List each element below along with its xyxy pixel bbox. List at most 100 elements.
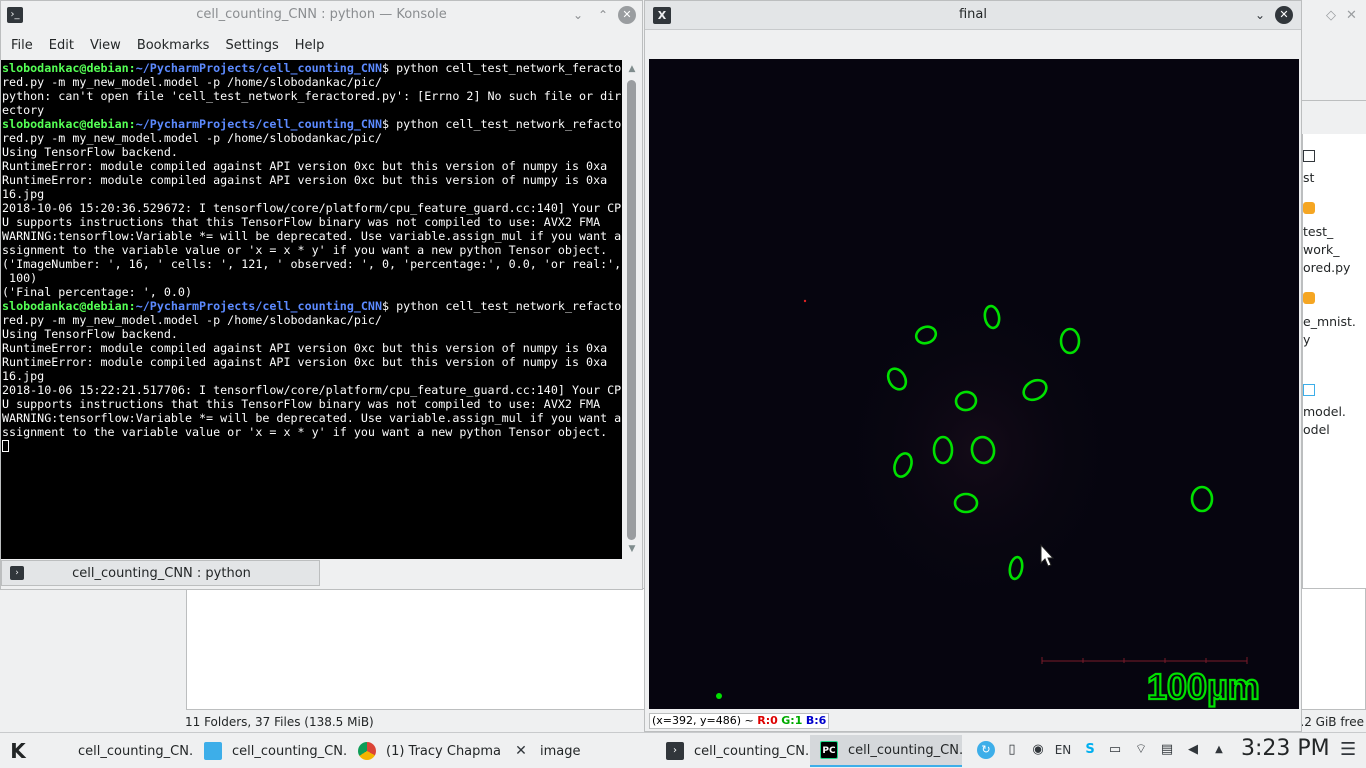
task-dolphin[interactable]: cell_counting_CN... [194, 735, 346, 767]
terminal-line: 16.jpg [2, 187, 45, 201]
minimize-icon[interactable]: ⌄ [1251, 6, 1269, 24]
file-item-label[interactable]: work_ [1303, 242, 1340, 257]
usb-device-icon[interactable]: ▯ [1003, 741, 1021, 759]
terminal-line: ssignment to the variable value or 'x = … [2, 243, 608, 257]
red-speck [803, 299, 807, 303]
close-icon[interactable]: ✕ [1346, 8, 1357, 23]
task-label: (1) Tracy Chapma... [386, 743, 500, 759]
volume-icon[interactable]: ◀ [1184, 741, 1202, 759]
konsole-titlebar[interactable]: ›_ cell_counting_CNN : python — Konsole … [1, 1, 642, 30]
prompt-user: slobodankac@debian [2, 61, 129, 75]
terminal-line: red.py -m my_new_model.model -p /home/sl… [2, 313, 382, 327]
cell-outline [1190, 485, 1214, 513]
final-titlebar[interactable]: X final ⌄ ✕ [645, 1, 1301, 30]
task-konsole-2[interactable]: › cell_counting_CN... [656, 735, 808, 767]
model-file-icon [1303, 384, 1315, 396]
terminal-line: Using TensorFlow backend. [2, 327, 178, 341]
file-icon [1303, 150, 1315, 162]
pixel-info-status: (x=392, y=486) ~ R:0 G:1 B:6 [649, 713, 830, 729]
wifi-icon[interactable]: ⌔ [1132, 741, 1150, 759]
task-image[interactable]: ✕ image [502, 735, 654, 767]
tray-expand-icon[interactable]: ▲ [1210, 741, 1228, 759]
terminal-line: ectory [2, 103, 45, 117]
terminal-line: RuntimeError: module compiled against AP… [2, 341, 608, 355]
task-chrome[interactable]: (1) Tracy Chapma... [348, 735, 500, 767]
file-item-label[interactable]: test_ [1303, 224, 1333, 239]
terminal-line: python: can't open file 'cell_test_netwo… [2, 89, 622, 103]
menu-edit[interactable]: Edit [41, 38, 82, 53]
terminal-line: WARNING:tensorflow:Variable *= will be d… [2, 229, 622, 243]
folder-icon [204, 742, 222, 760]
file-item-label[interactable]: e_mnist. [1303, 314, 1356, 329]
scrollbar-thumb[interactable] [627, 80, 636, 540]
terminal-line: slobodankac@debian:~/PycharmProjects/cel… [2, 61, 622, 75]
scroll-up-icon[interactable]: ▲ [626, 63, 638, 75]
minimize-icon[interactable]: ◇ [1326, 8, 1336, 23]
skype-icon[interactable]: S [1081, 741, 1099, 759]
menu-bookmarks[interactable]: Bookmarks [129, 38, 218, 53]
taskbar: K cell_counting_CN... cell_counting_CN..… [0, 732, 1366, 768]
battery-icon[interactable]: ▭ [1106, 741, 1124, 759]
command-text: python cell_test_network_feracto [396, 61, 622, 75]
tab-session[interactable]: › cell_counting_CNN : python [1, 560, 320, 586]
maximize-icon[interactable]: ⌃ [594, 6, 612, 24]
clock[interactable]: 3:23 PM [1241, 736, 1330, 761]
file-item-label[interactable]: st [1303, 170, 1314, 185]
terminal-cursor [2, 440, 9, 452]
menu-file[interactable]: File [3, 38, 41, 53]
terminal-line: RuntimeError: module compiled against AP… [2, 355, 608, 369]
konsole-tabbar: › cell_counting_CNN : python [1, 560, 642, 589]
window-title: cell_counting_CNN : python — Konsole [196, 7, 447, 22]
terminal-line: U supports instructions that this Tensor… [2, 397, 601, 411]
terminal-line: ssignment to the variable value or 'x = … [2, 425, 608, 439]
task-konsole-1[interactable]: cell_counting_CN... [40, 735, 192, 767]
python-file-icon [1303, 202, 1315, 214]
network-status-icon[interactable]: ◉ [1029, 741, 1047, 759]
minimize-icon[interactable]: ⌄ [569, 6, 587, 24]
clipboard-icon[interactable]: ▤ [1158, 741, 1176, 759]
close-icon[interactable]: ✕ [618, 6, 636, 24]
terminal-icon: › [666, 742, 684, 760]
pixel-coords: (x=392, y=486) ~ [652, 714, 754, 727]
hamburger-menu-icon[interactable]: ☰ [1340, 739, 1356, 760]
file-item-label[interactable]: model. [1303, 404, 1346, 419]
final-image-window: X final ⌄ ✕ 100µm (x=392, y=486) ~ R:0 G… [644, 0, 1302, 732]
task-label: cell_counting_CN... [78, 743, 192, 759]
scale-label: 100µm [1147, 666, 1260, 707]
file-item-label[interactable]: y [1303, 332, 1310, 347]
task-label: cell_counting_CN... [232, 743, 346, 759]
konsole-window: ›_ cell_counting_CNN : python — Konsole … [0, 0, 643, 590]
file-manager-status: 11 Folders, 37 Files (138.5 MiB) [185, 715, 374, 729]
file-manager-titlebar: ◇ ✕ [1302, 0, 1366, 134]
menu-help[interactable]: Help [287, 38, 333, 53]
file-item-label[interactable]: ored.py [1303, 260, 1350, 275]
terminal-scrollbar[interactable]: ▲ ▼ [623, 60, 641, 559]
prompt-symbol: $ [382, 61, 397, 75]
scroll-down-icon[interactable]: ▼ [626, 543, 638, 555]
prompt-symbol: $ [382, 117, 397, 131]
file-item-label[interactable]: odel [1303, 422, 1330, 437]
free-space-label: .2 GiB free [1300, 715, 1364, 729]
menu-view[interactable]: View [82, 38, 129, 53]
terminal-line: 100) [2, 271, 38, 285]
keyboard-layout-indicator[interactable]: EN [1054, 741, 1072, 759]
close-icon[interactable]: ✕ [1275, 6, 1293, 24]
menu-settings[interactable]: Settings [217, 38, 286, 53]
terminal-line: red.py -m my_new_model.model -p /home/sl… [2, 131, 382, 145]
prompt-separator: : [128, 299, 136, 313]
terminal-line: ('ImageNumber: ', 16, ' cells: ', 121, '… [2, 257, 622, 271]
application-launcher-icon[interactable]: K [4, 737, 32, 765]
pycharm-icon: PC [820, 741, 838, 759]
terminal-output[interactable]: slobodankac@debian:~/PycharmProjects/cel… [1, 60, 622, 559]
microscopy-image[interactable]: 100µm [649, 59, 1299, 709]
update-notifier-icon[interactable]: ↻ [977, 741, 995, 759]
terminal-line: red.py -m my_new_model.model -p /home/sl… [2, 75, 382, 89]
task-pycharm[interactable]: PC cell_counting_CN... [810, 735, 962, 767]
image-toolbar [645, 31, 1301, 58]
menu-bar: File Edit View Bookmarks Settings Help [1, 32, 642, 58]
task-label: cell_counting_CN... [848, 742, 962, 758]
terminal-icon [50, 742, 68, 760]
green-dot-marker [716, 693, 722, 699]
chrome-icon [358, 742, 376, 760]
tab-label: cell_counting_CNN : python [72, 566, 251, 581]
